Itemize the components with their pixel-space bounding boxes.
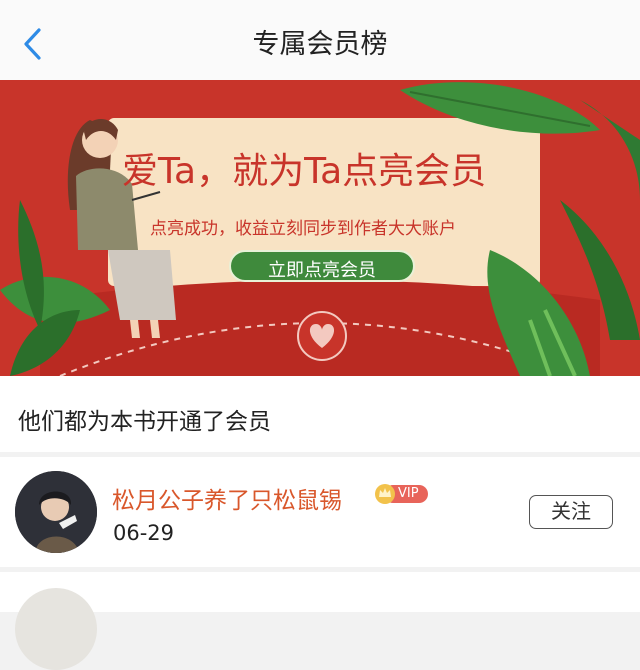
user-photo	[15, 471, 97, 553]
navigation-bar: 专属会员榜	[0, 0, 640, 81]
member-name: 松月公子养了只松鼠锡	[112, 488, 342, 514]
member-row[interactable]	[0, 572, 640, 670]
member-date: 06-29	[113, 521, 175, 545]
section-title: 他们都为本书开通了会员	[18, 409, 271, 435]
avatar[interactable]	[15, 471, 97, 553]
avatar[interactable]	[15, 588, 97, 670]
banner-subline: 点亮成功，收益立刻同步到作者大大账户	[150, 219, 456, 239]
page-title: 专属会员榜	[252, 29, 388, 60]
section-header: 他们都为本书开通了会员	[0, 376, 640, 452]
activate-membership-button[interactable]: 立即点亮会员	[229, 250, 415, 282]
activate-membership-label: 立即点亮会员	[268, 260, 376, 281]
follow-button[interactable]: 关注	[529, 495, 613, 529]
vip-badge-label: VIP	[398, 486, 419, 501]
vip-badge: VIP	[374, 483, 428, 505]
member-row[interactable]: 松月公子养了只松鼠锡 VIP 06-29 关注	[0, 457, 640, 567]
membership-banner[interactable]: 爱Ta，就为Ta点亮会员 点亮成功，收益立刻同步到作者大大账户 立即点亮会员	[0, 80, 640, 376]
banner-headline: 爱Ta，就为Ta点亮会员	[122, 151, 487, 192]
